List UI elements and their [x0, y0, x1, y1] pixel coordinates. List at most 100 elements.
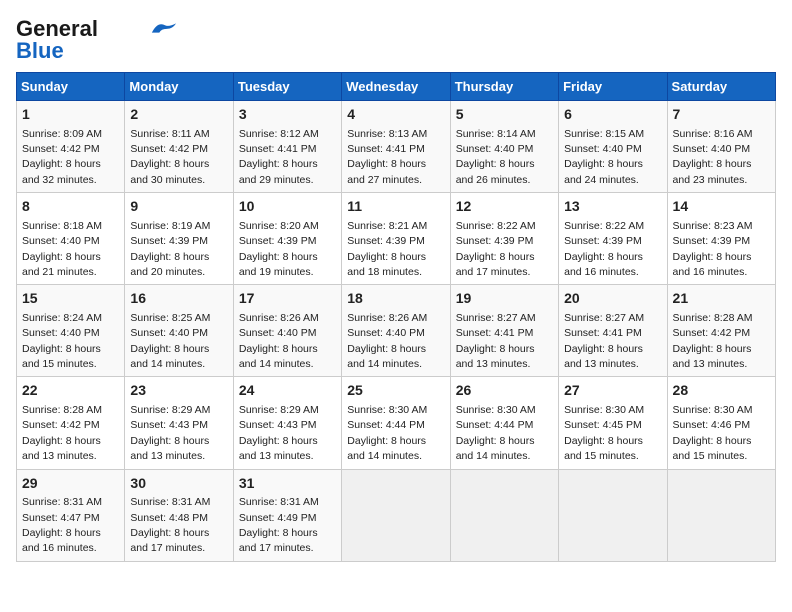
calendar-cell: 12 Sunrise: 8:22 AM Sunset: 4:39 PM Dayli… — [450, 193, 558, 285]
day-number: 18 — [347, 289, 444, 309]
day-number: 28 — [673, 381, 770, 401]
day-info: Sunrise: 8:26 AM Sunset: 4:40 PM Dayligh… — [239, 312, 319, 370]
calendar-cell: 11 Sunrise: 8:21 AM Sunset: 4:39 PM Dayli… — [342, 193, 450, 285]
calendar-cell: 26Sunrise: 8:30 AM Sunset: 4:44 PM Dayli… — [450, 377, 558, 469]
calendar-cell: 25 Sunrise: 8:30 AM Sunset: 4:44 PM Dayli… — [342, 377, 450, 469]
calendar-cell: 4Sunrise: 8:13 AM Sunset: 4:41 PM Daylig… — [342, 101, 450, 193]
calendar-cell: 3 Sunrise: 8:12 AM Sunset: 4:41 PM Daylig… — [233, 101, 341, 193]
logo-blue: Blue — [16, 38, 64, 64]
day-number: 23 — [130, 381, 227, 401]
day-number: 14 — [673, 197, 770, 217]
day-number: 24 — [239, 381, 336, 401]
day-info: Sunrise: 8:19 AM Sunset: 4:39 PM Dayligh… — [130, 220, 210, 278]
day-info: Sunrise: 8:24 AM Sunset: 4:40 PM Dayligh… — [22, 312, 102, 370]
calendar-cell — [450, 469, 558, 561]
calendar-cell: 23 Sunrise: 8:29 AM Sunset: 4:43 PM Dayli… — [125, 377, 233, 469]
calendar-cell: 7Sunrise: 8:16 AM Sunset: 4:40 PM Daylig… — [667, 101, 775, 193]
calendar-cell: 31Sunrise: 8:31 AM Sunset: 4:49 PM Dayli… — [233, 469, 341, 561]
day-number: 8 — [22, 197, 119, 217]
day-number: 3 — [239, 105, 336, 125]
logo: General Blue — [16, 16, 178, 64]
day-number: 6 — [564, 105, 661, 125]
weekday-header-monday: Monday — [125, 73, 233, 101]
day-number: 30 — [130, 474, 227, 494]
day-number: 2 — [130, 105, 227, 125]
day-info: Sunrise: 8:28 AM Sunset: 4:42 PM Dayligh… — [673, 312, 753, 370]
calendar-cell: 20 Sunrise: 8:27 AM Sunset: 4:41 PM Dayli… — [559, 285, 667, 377]
day-info: Sunrise: 8:20 AM Sunset: 4:39 PM Dayligh… — [239, 220, 319, 278]
day-number: 26 — [456, 381, 553, 401]
day-info: Sunrise: 8:31 AM Sunset: 4:47 PM Dayligh… — [22, 496, 102, 554]
calendar-cell: 15 Sunrise: 8:24 AM Sunset: 4:40 PM Dayli… — [17, 285, 125, 377]
day-number: 19 — [456, 289, 553, 309]
calendar-cell: 24 Sunrise: 8:29 AM Sunset: 4:43 PM Dayli… — [233, 377, 341, 469]
day-info: Sunrise: 8:30 AM Sunset: 4:45 PM Dayligh… — [564, 404, 644, 462]
day-info: Sunrise: 8:26 AM Sunset: 4:40 PM Dayligh… — [347, 312, 427, 370]
calendar-week-row: 29Sunrise: 8:31 AM Sunset: 4:47 PM Dayli… — [17, 469, 776, 561]
day-number: 31 — [239, 474, 336, 494]
calendar-cell: 28Sunrise: 8:30 AM Sunset: 4:46 PM Dayli… — [667, 377, 775, 469]
weekday-header-wednesday: Wednesday — [342, 73, 450, 101]
calendar-cell: 17 Sunrise: 8:26 AM Sunset: 4:40 PM Dayli… — [233, 285, 341, 377]
calendar-cell: 19 Sunrise: 8:27 AM Sunset: 4:41 PM Dayli… — [450, 285, 558, 377]
day-number: 16 — [130, 289, 227, 309]
day-info: Sunrise: 8:29 AM Sunset: 4:43 PM Dayligh… — [130, 404, 210, 462]
calendar-cell: 18 Sunrise: 8:26 AM Sunset: 4:40 PM Dayli… — [342, 285, 450, 377]
calendar-cell: 5 Sunrise: 8:14 AM Sunset: 4:40 PM Daylig… — [450, 101, 558, 193]
day-info: Sunrise: 8:28 AM Sunset: 4:42 PM Dayligh… — [22, 404, 102, 462]
calendar-cell: 1Sunrise: 8:09 AM Sunset: 4:42 PM Daylig… — [17, 101, 125, 193]
calendar-cell: 27 Sunrise: 8:30 AM Sunset: 4:45 PM Dayli… — [559, 377, 667, 469]
day-info: Sunrise: 8:29 AM Sunset: 4:43 PM Dayligh… — [239, 404, 319, 462]
calendar-cell: 29Sunrise: 8:31 AM Sunset: 4:47 PM Dayli… — [17, 469, 125, 561]
weekday-header-friday: Friday — [559, 73, 667, 101]
page-header: General Blue — [16, 16, 776, 64]
day-number: 9 — [130, 197, 227, 217]
calendar-week-row: 8Sunrise: 8:18 AM Sunset: 4:40 PM Daylig… — [17, 193, 776, 285]
calendar-cell: 8Sunrise: 8:18 AM Sunset: 4:40 PM Daylig… — [17, 193, 125, 285]
day-number: 7 — [673, 105, 770, 125]
weekday-header-saturday: Saturday — [667, 73, 775, 101]
day-info: Sunrise: 8:15 AM Sunset: 4:40 PM Dayligh… — [564, 128, 644, 186]
day-info: Sunrise: 8:31 AM Sunset: 4:48 PM Dayligh… — [130, 496, 210, 554]
calendar-cell: 22 Sunrise: 8:28 AM Sunset: 4:42 PM Dayli… — [17, 377, 125, 469]
day-info: Sunrise: 8:25 AM Sunset: 4:40 PM Dayligh… — [130, 312, 210, 370]
day-number: 15 — [22, 289, 119, 309]
day-number: 20 — [564, 289, 661, 309]
calendar-cell: 10Sunrise: 8:20 AM Sunset: 4:39 PM Dayli… — [233, 193, 341, 285]
calendar-week-row: 1Sunrise: 8:09 AM Sunset: 4:42 PM Daylig… — [17, 101, 776, 193]
day-number: 22 — [22, 381, 119, 401]
day-number: 21 — [673, 289, 770, 309]
day-number: 5 — [456, 105, 553, 125]
calendar-cell: 13 Sunrise: 8:22 AM Sunset: 4:39 PM Dayli… — [559, 193, 667, 285]
day-info: Sunrise: 8:14 AM Sunset: 4:40 PM Dayligh… — [456, 128, 536, 186]
day-info: Sunrise: 8:30 AM Sunset: 4:44 PM Dayligh… — [347, 404, 427, 462]
calendar-cell — [667, 469, 775, 561]
calendar-table: SundayMondayTuesdayWednesdayThursdayFrid… — [16, 72, 776, 562]
day-number: 12 — [456, 197, 553, 217]
weekday-header-sunday: Sunday — [17, 73, 125, 101]
weekday-header-tuesday: Tuesday — [233, 73, 341, 101]
day-info: Sunrise: 8:12 AM Sunset: 4:41 PM Dayligh… — [239, 128, 319, 186]
calendar-cell: 30Sunrise: 8:31 AM Sunset: 4:48 PM Dayli… — [125, 469, 233, 561]
calendar-cell: 14 Sunrise: 8:23 AM Sunset: 4:39 PM Dayli… — [667, 193, 775, 285]
weekday-header-thursday: Thursday — [450, 73, 558, 101]
day-number: 17 — [239, 289, 336, 309]
calendar-cell — [342, 469, 450, 561]
day-info: Sunrise: 8:27 AM Sunset: 4:41 PM Dayligh… — [564, 312, 644, 370]
calendar-cell: 16 Sunrise: 8:25 AM Sunset: 4:40 PM Dayli… — [125, 285, 233, 377]
day-info: Sunrise: 8:22 AM Sunset: 4:39 PM Dayligh… — [456, 220, 536, 278]
calendar-cell — [559, 469, 667, 561]
day-number: 11 — [347, 197, 444, 217]
day-info: Sunrise: 8:09 AM Sunset: 4:42 PM Dayligh… — [22, 128, 102, 186]
day-info: Sunrise: 8:27 AM Sunset: 4:41 PM Dayligh… — [456, 312, 536, 370]
day-info: Sunrise: 8:21 AM Sunset: 4:39 PM Dayligh… — [347, 220, 427, 278]
day-number: 27 — [564, 381, 661, 401]
day-info: Sunrise: 8:23 AM Sunset: 4:39 PM Dayligh… — [673, 220, 753, 278]
day-info: Sunrise: 8:31 AM Sunset: 4:49 PM Dayligh… — [239, 496, 319, 554]
calendar-body: 1Sunrise: 8:09 AM Sunset: 4:42 PM Daylig… — [17, 101, 776, 562]
day-info: Sunrise: 8:22 AM Sunset: 4:39 PM Dayligh… — [564, 220, 644, 278]
calendar-cell: 21 Sunrise: 8:28 AM Sunset: 4:42 PM Dayli… — [667, 285, 775, 377]
day-number: 25 — [347, 381, 444, 401]
calendar-cell: 2Sunrise: 8:11 AM Sunset: 4:42 PM Daylig… — [125, 101, 233, 193]
day-number: 13 — [564, 197, 661, 217]
